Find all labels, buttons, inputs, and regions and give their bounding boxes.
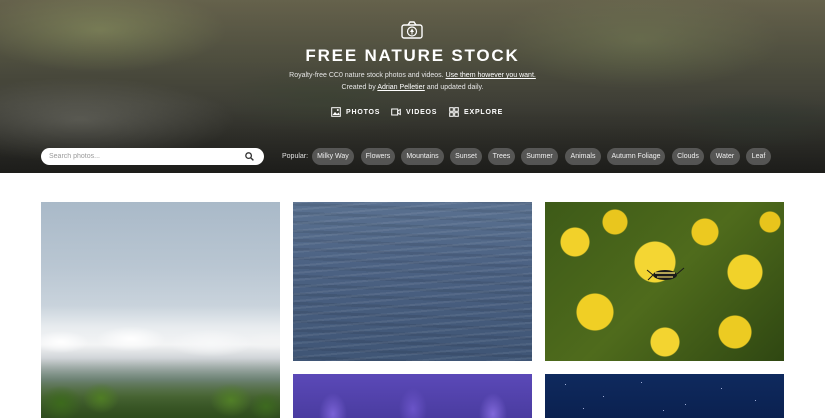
tag-animals[interactable]: Animals xyxy=(565,148,601,165)
tagline: Royalty-free CC0 nature stock photos and… xyxy=(0,70,825,94)
photo-clouds-over-forest[interactable] xyxy=(41,202,280,418)
tag-autumn-foliage[interactable]: Autumn Foliage xyxy=(607,148,665,165)
tag-water[interactable]: Water xyxy=(710,148,740,165)
tagline-text: Royalty-free CC0 nature stock photos and… xyxy=(289,72,446,79)
star xyxy=(755,400,756,401)
star xyxy=(565,384,566,385)
main-nav: PHOTOS VIDEOS EXPLORE xyxy=(0,106,825,118)
author-link[interactable]: Adrian Pelletier xyxy=(377,84,424,91)
tag-flowers[interactable]: Flowers xyxy=(361,148,395,165)
tag-sunset[interactable]: Sunset xyxy=(450,148,482,165)
star xyxy=(603,396,604,397)
nav-explore[interactable]: EXPLORE xyxy=(449,106,503,118)
nav-explore-label: EXPLORE xyxy=(464,108,504,116)
search-icon[interactable] xyxy=(245,152,254,161)
video-camera-icon xyxy=(391,108,401,116)
photo-starry-night-sky[interactable] xyxy=(545,374,784,418)
image-icon xyxy=(331,107,341,117)
tag-leaf[interactable]: Leaf xyxy=(746,148,771,165)
tag-trees[interactable]: Trees xyxy=(488,148,515,165)
tree-line xyxy=(41,358,280,418)
nav-photos-label: PHOTOS xyxy=(346,108,381,116)
site-title[interactable]: FREE NATURE STOCK xyxy=(0,46,825,66)
star xyxy=(685,404,686,405)
nav-videos-label: VIDEOS xyxy=(406,108,438,116)
nav-photos[interactable]: PHOTOS xyxy=(331,106,380,118)
nav-videos[interactable]: VIDEOS xyxy=(391,106,437,118)
search-input[interactable] xyxy=(41,148,231,165)
camera-tree-icon[interactable] xyxy=(401,21,423,39)
license-link[interactable]: Use them however you want. xyxy=(446,72,536,79)
star xyxy=(721,388,722,389)
cloud-layer xyxy=(41,317,280,362)
tag-mountains[interactable]: Mountains xyxy=(401,148,444,165)
tag-milky-way[interactable]: Milky Way xyxy=(312,148,354,165)
beetle xyxy=(646,267,685,281)
star xyxy=(641,382,642,383)
tagline-created: Created by xyxy=(341,84,378,91)
photo-beetle-on-yellow-flowers[interactable] xyxy=(545,202,784,361)
tag-summer[interactable]: Summer xyxy=(521,148,558,165)
star xyxy=(583,408,584,409)
star xyxy=(663,410,664,411)
photo-lavender[interactable] xyxy=(293,374,532,418)
tagline-updated: and updated daily. xyxy=(424,84,484,91)
hero-header: FREE NATURE STOCK Royalty-free CC0 natur… xyxy=(0,0,825,173)
popular-label: Popular: xyxy=(282,153,309,160)
tag-clouds[interactable]: Clouds xyxy=(672,148,704,165)
search-box xyxy=(41,148,264,165)
grid-icon xyxy=(449,107,459,117)
photo-ocean-water[interactable] xyxy=(293,202,532,361)
